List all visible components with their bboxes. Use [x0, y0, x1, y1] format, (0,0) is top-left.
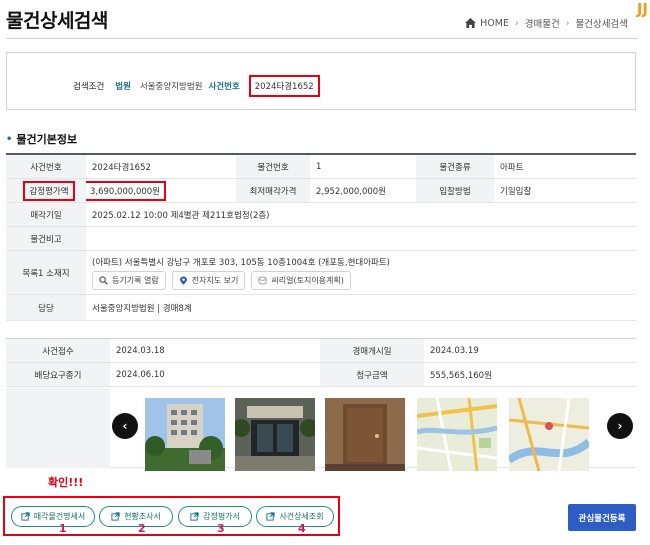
dept-value: 서울중앙지방법원 | 경매8계	[92, 303, 192, 314]
registry-view-button[interactable]: 등기기록 열람	[92, 270, 166, 290]
home-icon[interactable]	[465, 18, 477, 28]
dividend-value: 2024.06.10	[116, 369, 165, 380]
case-no-value: 2024타경1652	[92, 162, 151, 173]
location-cell: (아파트) 서울특별시 강남구 개포로 303, 105동 10층1004호 (…	[86, 251, 636, 294]
prev-arrow-button[interactable]: ‹	[112, 413, 138, 439]
sale-item-statement-label: 매각물건명세서	[33, 512, 86, 521]
item-type-value: 아파트	[500, 162, 524, 173]
divider	[6, 38, 638, 39]
item-no-label: 물건번호	[236, 155, 310, 178]
sale-date-value: 2025.02.12 10:00 제4별관 제211호법정(2층)	[92, 210, 270, 221]
dividend-label: 배당요구종기	[6, 363, 110, 386]
table-row: 감정평가액 3,690,000,000원 최저매각가격 2,952,000,00…	[6, 179, 636, 203]
gallery-label-cell	[6, 388, 110, 468]
table-row: 매각기일 2025.02.12 10:00 제4별관 제211호법정(2층)	[6, 203, 636, 227]
table-row: 사건번호 2024타경1652 물건번호 1 물건종류 아파트	[6, 155, 636, 179]
add-favorite-button[interactable]: 관심물건등록	[568, 504, 636, 531]
case-no-label: 사건번호	[6, 155, 86, 178]
land-use-plan-button[interactable]: 씨리얼(토지이용계획)	[251, 270, 351, 290]
search-condition-box: 검색조건 법원 서울중앙지방법원 사건번호 2024타경1652	[6, 52, 636, 110]
table-row: 배당요구종기 2024.06.10 청구금액 555,565,160원	[6, 363, 636, 387]
location-button-row: 등기기록 열람 전자지도 보기 씨리얼(토지이용계획)	[92, 270, 357, 290]
chevron-right-icon: ›	[514, 17, 519, 29]
note-value	[86, 227, 636, 250]
case-info-table: 사건접수 2024.03.18 경매개시일 2024.03.19 배당요구종기 …	[6, 338, 636, 387]
chevron-right-icon: ›	[565, 17, 570, 29]
received-label: 사건접수	[6, 339, 110, 362]
sale-date-label: 매각기일	[6, 203, 86, 226]
door-photo-thumbnail[interactable]	[325, 398, 405, 471]
court-key: 법원	[115, 82, 131, 92]
breadcrumb-auction[interactable]: 경매물건	[525, 16, 560, 30]
table-row: 담당 서울중앙지방법원 | 경매8계	[6, 295, 636, 321]
appraisal-label-cell: 감정평가액	[6, 179, 86, 202]
received-value: 2024.03.18	[116, 345, 165, 356]
item-no-value: 1	[316, 161, 322, 172]
section-title: • 물건기본정보	[6, 131, 77, 147]
note-label: 물건비고	[6, 227, 86, 250]
external-link-icon	[111, 512, 120, 521]
appraisal-report-button[interactable]: 감정평가서	[178, 506, 252, 527]
external-link-icon	[21, 512, 30, 521]
location-label: 목록1 소재지	[6, 251, 86, 294]
annotation-number-1: 1	[59, 522, 67, 535]
annotation-number-4: 4	[298, 522, 306, 535]
document-button-group: 매각물건명세서 현황조사서 감정평가서 사건상세조회	[3, 496, 340, 536]
table-row: 사건접수 2024.03.18 경매개시일 2024.03.19	[6, 339, 636, 363]
confirm-annotation: 확인!!!	[48, 476, 84, 489]
land-use-plan-label: 씨리얼(토지이용계획)	[271, 275, 344, 285]
court-value: 서울중앙지방법원	[139, 82, 203, 92]
annotation-number-3: 3	[217, 522, 225, 535]
search-icon	[99, 275, 108, 285]
appraisal-report-label: 감정평가서	[203, 512, 240, 521]
location-value: (아파트) 서울특별시 강남구 개포로 303, 105동 10층1004호 (…	[92, 257, 390, 268]
status-survey-label: 현황조사서	[124, 512, 161, 521]
map-pin-icon	[179, 275, 187, 285]
basic-info-table: 사건번호 2024타경1652 물건번호 1 물건종류 아파트 감정평가액 3,…	[6, 153, 636, 321]
external-link-icon	[190, 512, 199, 521]
appraisal-label: 감정평가액	[23, 180, 75, 201]
claim-value: 555,565,160원	[430, 370, 492, 381]
appraisal-value: 3,690,000,000원	[86, 180, 167, 201]
case-detail-label: 사건상세조회	[279, 512, 324, 521]
appraisal-value-cell: 3,690,000,000원	[86, 179, 236, 202]
case-detail-button[interactable]: 사건상세조회	[256, 506, 334, 527]
layers-icon	[258, 276, 267, 284]
breadcrumb: HOME › 경매물건 › 물건상세검색	[465, 16, 628, 30]
status-survey-button[interactable]: 현황조사서	[99, 506, 173, 527]
corner-mark: JJ	[636, 0, 648, 18]
entrance-photo-thumbnail[interactable]	[235, 398, 315, 471]
min-price-value: 2,952,000,000원	[316, 186, 387, 197]
breadcrumb-home[interactable]: HOME	[480, 18, 509, 29]
map-view-label: 전자지도 보기	[191, 275, 239, 285]
bullet-icon: •	[6, 133, 13, 145]
search-condition-row: 검색조건 법원 서울중앙지방법원 사건번호 2024타경1652	[73, 75, 320, 97]
item-type-label: 물건종류	[416, 155, 494, 178]
external-link-icon	[266, 512, 276, 521]
search-condition-label: 검색조건	[73, 82, 105, 92]
annotation-number-2: 2	[138, 522, 146, 535]
sale-item-statement-button[interactable]: 매각물건명세서	[11, 506, 95, 527]
section-title-text: 물건기본정보	[16, 133, 78, 146]
table-row: 목록1 소재지 (아파트) 서울특별시 강남구 개포로 303, 105동 10…	[6, 251, 636, 295]
next-arrow-button[interactable]: ›	[607, 413, 633, 439]
page-title: 물건상세검색	[6, 10, 108, 32]
case-number-highlight: 2024타경1652	[248, 75, 320, 97]
dept-label: 담당	[6, 295, 86, 320]
bid-method-value: 기일입찰	[500, 186, 532, 197]
map-view-button[interactable]: 전자지도 보기	[171, 270, 246, 290]
auction-start-value: 2024.03.19	[430, 345, 479, 356]
building-photo-thumbnail[interactable]	[145, 398, 225, 471]
registry-view-label: 등기기록 열람	[112, 275, 159, 285]
photo-gallery: ‹ ›	[6, 388, 636, 471]
claim-label: 청구금액	[320, 363, 424, 386]
bid-method-label: 입찰방법	[416, 179, 494, 202]
wide-map-thumbnail[interactable]	[509, 398, 589, 471]
auction-start-label: 경매개시일	[320, 339, 424, 362]
case-key: 사건번호	[208, 82, 240, 92]
breadcrumb-current: 물건상세검색	[575, 19, 628, 30]
table-row: 물건비고	[6, 227, 636, 251]
min-price-label: 최저매각가격	[236, 179, 310, 202]
map-thumbnail[interactable]	[417, 398, 497, 471]
